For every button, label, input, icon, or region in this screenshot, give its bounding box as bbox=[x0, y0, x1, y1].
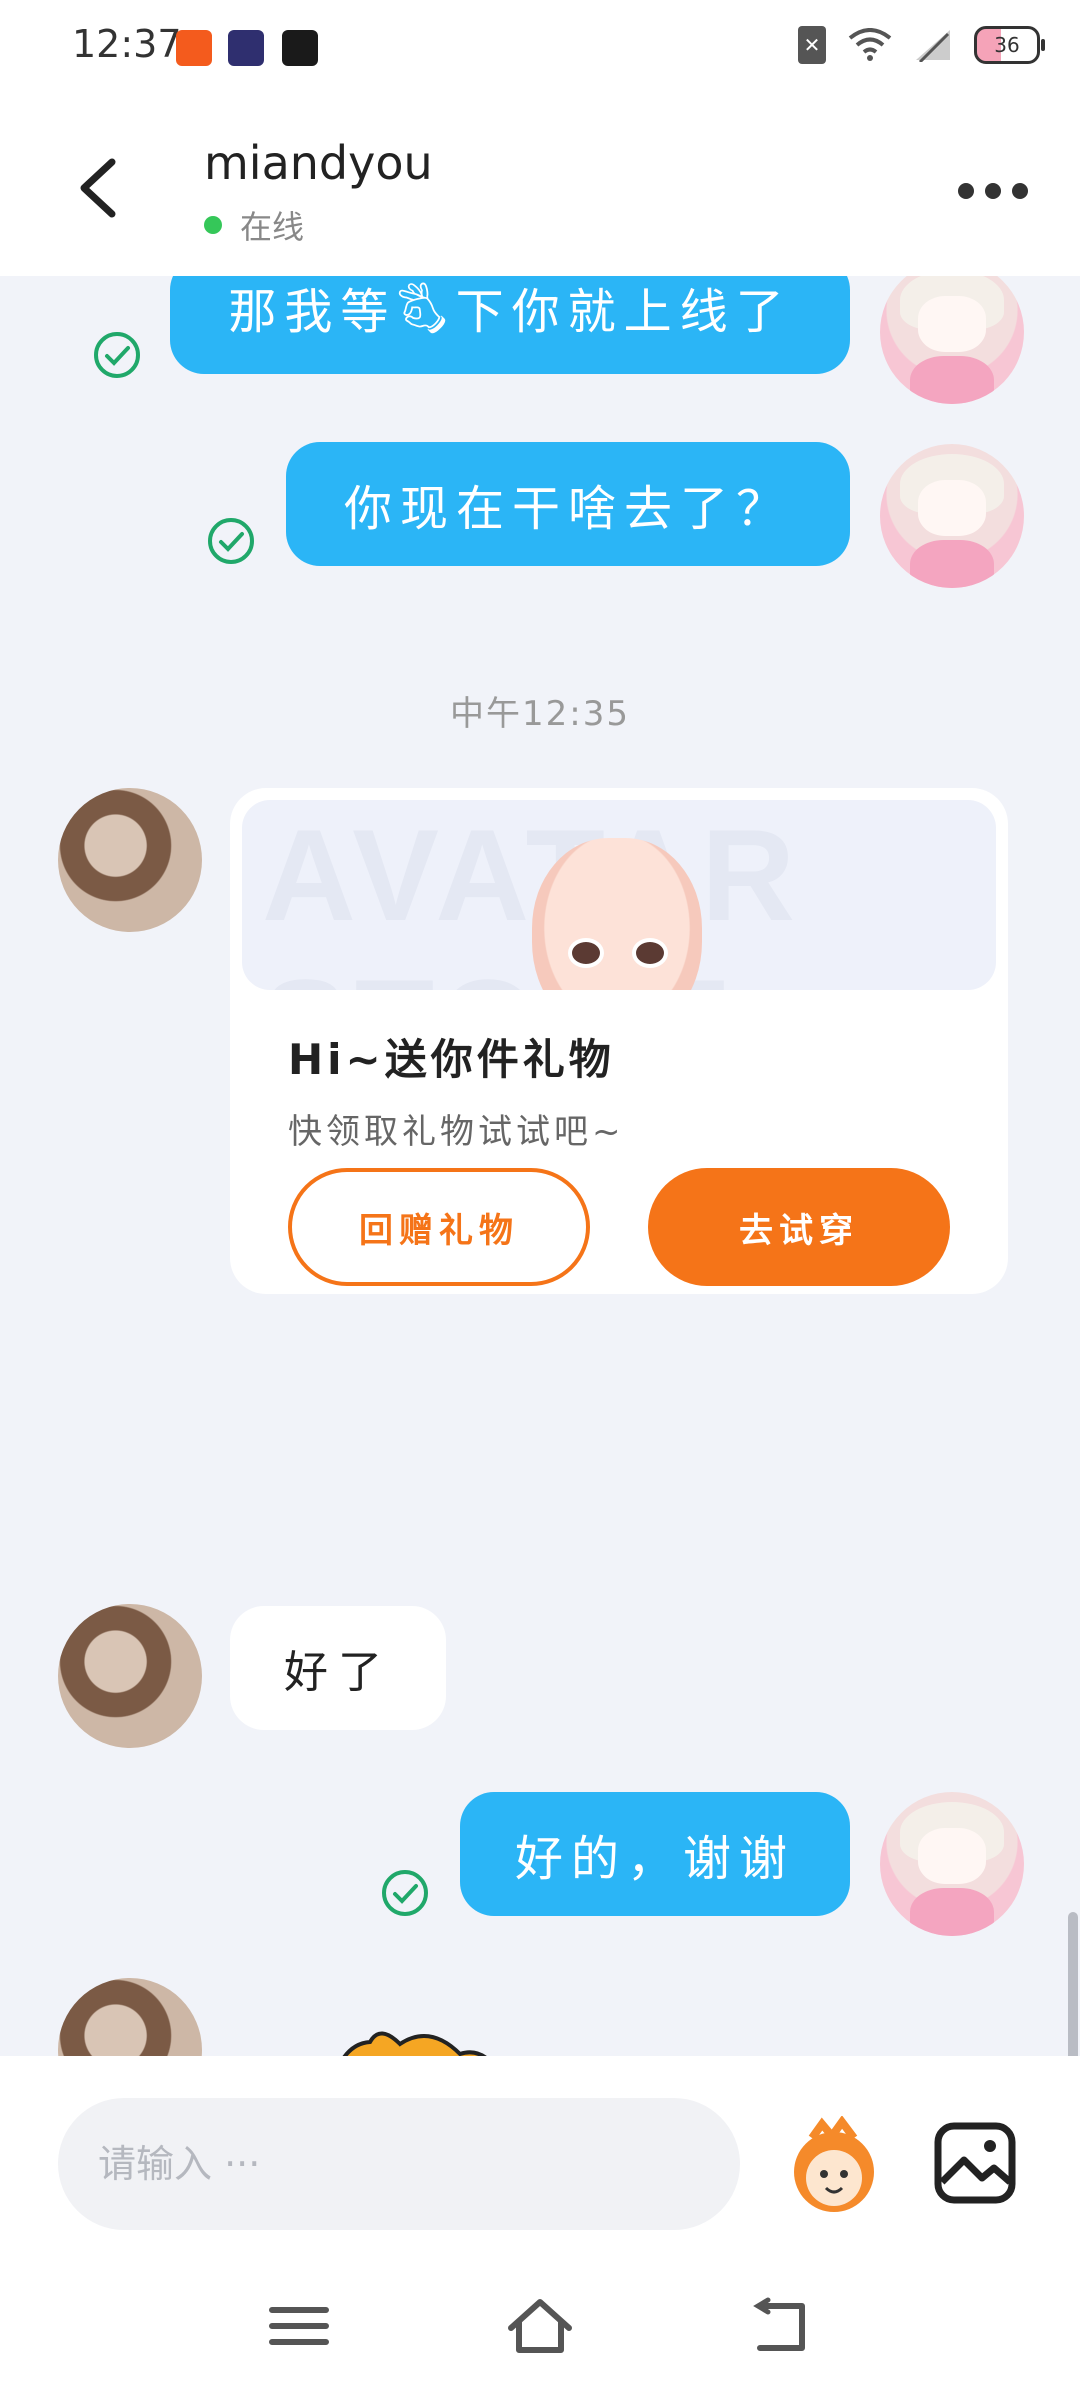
status-bar: 12:37 ✕ 36 bbox=[0, 0, 1080, 96]
system-nav-bar bbox=[0, 2256, 1080, 2400]
more-icon[interactable] bbox=[958, 176, 1028, 206]
gift-banner: AVATAR STORE bbox=[242, 800, 996, 990]
record-app-icon bbox=[282, 30, 318, 66]
scrollbar[interactable] bbox=[1068, 1912, 1078, 2056]
avatar-self[interactable] bbox=[880, 1792, 1024, 1936]
message-bubble[interactable]: 好了 bbox=[230, 1606, 446, 1730]
contact-name[interactable]: miandyou bbox=[204, 136, 433, 190]
message-input[interactable] bbox=[58, 2098, 740, 2230]
avatar-face-image bbox=[532, 838, 702, 990]
sticker-image[interactable] bbox=[320, 2014, 520, 2056]
check-icon bbox=[92, 330, 142, 380]
input-bar bbox=[0, 2056, 1080, 2256]
home-icon[interactable] bbox=[505, 2296, 575, 2356]
avatar-contact[interactable] bbox=[58, 1978, 202, 2056]
video-app-icon bbox=[228, 30, 264, 66]
online-dot-icon bbox=[204, 216, 222, 234]
gift-subtitle: 快领取礼物试试吧~ bbox=[288, 1112, 625, 1152]
back-icon[interactable] bbox=[72, 156, 128, 220]
chat-header: miandyou 在线 bbox=[0, 96, 1080, 276]
signal-icon bbox=[916, 30, 950, 62]
status-icons: ✕ 36 bbox=[798, 26, 1045, 64]
gift-card[interactable]: AVATAR STORE Hi~送你件礼物 快领取礼物试试吧~ 回赠礼物 去试穿 bbox=[230, 788, 1008, 1294]
message-bubble[interactable]: 好的，谢谢 bbox=[460, 1792, 850, 1916]
avatar-self[interactable] bbox=[880, 444, 1024, 588]
message-bubble[interactable]: 你现在干啥去了？ bbox=[286, 442, 850, 566]
emoji-icon[interactable] bbox=[782, 2116, 886, 2220]
battery-level: 36 bbox=[994, 33, 1020, 57]
back-nav-icon[interactable] bbox=[746, 2296, 816, 2356]
battery-icon: 36 bbox=[974, 26, 1045, 64]
try-on-button[interactable]: 去试穿 bbox=[648, 1168, 950, 1286]
sim-icon: ✕ bbox=[798, 26, 826, 64]
message-bubble[interactable]: 那我等🖏下你就上线了 bbox=[170, 276, 850, 374]
wifi-icon bbox=[848, 28, 892, 61]
kuaishou-app-icon bbox=[176, 30, 212, 66]
message-timestamp: 中午12:35 bbox=[450, 694, 630, 734]
avatar-contact[interactable] bbox=[58, 788, 202, 932]
avatar-contact[interactable] bbox=[58, 1604, 202, 1748]
online-status: 在线 bbox=[204, 202, 304, 248]
gift-title: Hi~送你件礼物 bbox=[288, 1035, 615, 1084]
check-icon bbox=[380, 1868, 430, 1918]
online-status-text: 在线 bbox=[240, 208, 305, 246]
chat-area[interactable]: 那我等🖏下你就上线了 你现在干啥去了？ 中午12:35 AVATAR STORE… bbox=[0, 276, 1080, 2056]
avatar-self[interactable] bbox=[880, 276, 1024, 404]
return-gift-button[interactable]: 回赠礼物 bbox=[288, 1168, 590, 1286]
image-icon[interactable] bbox=[934, 2122, 1016, 2204]
check-icon bbox=[206, 516, 256, 566]
status-time: 12:37 bbox=[72, 22, 182, 66]
menu-icon[interactable] bbox=[264, 2296, 334, 2356]
